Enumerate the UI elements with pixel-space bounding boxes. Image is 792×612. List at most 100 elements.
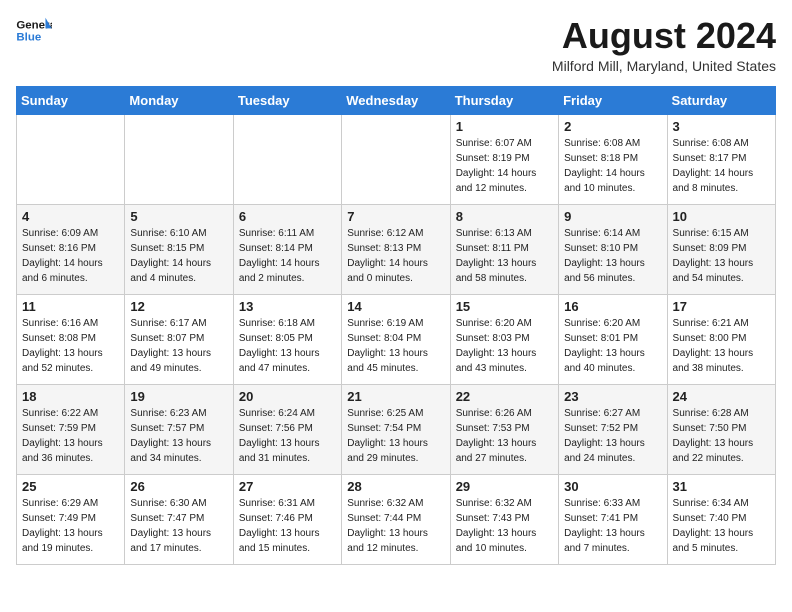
calendar-cell: 17 Sunrise: 6:21 AM Sunset: 8:00 PM Dayli… (667, 294, 775, 384)
header-row: SundayMondayTuesdayWednesdayThursdayFrid… (17, 86, 776, 114)
calendar-cell: 10 Sunrise: 6:15 AM Sunset: 8:09 PM Dayli… (667, 204, 775, 294)
calendar-cell: 11 Sunrise: 6:16 AM Sunset: 8:08 PM Dayli… (17, 294, 125, 384)
day-info: Sunrise: 6:16 AM Sunset: 8:08 PM Dayligh… (22, 316, 119, 376)
day-info: Sunrise: 6:27 AM Sunset: 7:52 PM Dayligh… (564, 406, 661, 466)
day-info: Sunrise: 6:22 AM Sunset: 7:59 PM Dayligh… (22, 406, 119, 466)
day-number: 23 (564, 389, 661, 404)
calendar-cell: 26Sunrise: 6:30 AM Sunset: 7:47 PM Dayli… (125, 474, 233, 564)
day-number: 22 (456, 389, 553, 404)
day-number: 16 (564, 299, 661, 314)
day-number: 8 (456, 209, 553, 224)
day-info: Sunrise: 6:28 AM Sunset: 7:50 PM Dayligh… (673, 406, 770, 466)
logo: General Blue (16, 16, 52, 46)
calendar-cell: 14Sunrise: 6:19 AM Sunset: 8:04 PM Dayli… (342, 294, 450, 384)
calendar-cell: 4 Sunrise: 6:09 AM Sunset: 8:16 PM Daylig… (17, 204, 125, 294)
calendar-cell: 2Sunrise: 6:08 AM Sunset: 8:18 PM Daylig… (559, 114, 667, 204)
calendar-cell: 18 Sunrise: 6:22 AM Sunset: 7:59 PM Dayli… (17, 384, 125, 474)
calendar-cell: 12Sunrise: 6:17 AM Sunset: 8:07 PM Dayli… (125, 294, 233, 384)
header-cell-wednesday: Wednesday (342, 86, 450, 114)
day-number: 10 (673, 209, 770, 224)
header-cell-thursday: Thursday (450, 86, 558, 114)
week-row-4: 25 Sunrise: 6:29 AM Sunset: 7:49 PM Dayli… (17, 474, 776, 564)
day-info: Sunrise: 6:29 AM Sunset: 7:49 PM Dayligh… (22, 496, 119, 556)
calendar-cell: 15 Sunrise: 6:20 AM Sunset: 8:03 PM Dayli… (450, 294, 558, 384)
day-info: Sunrise: 6:10 AM Sunset: 8:15 PM Dayligh… (130, 226, 227, 286)
calendar-cell: 23 Sunrise: 6:27 AM Sunset: 7:52 PM Dayli… (559, 384, 667, 474)
calendar-cell (233, 114, 341, 204)
day-info: Sunrise: 6:26 AM Sunset: 7:53 PM Dayligh… (456, 406, 553, 466)
calendar-cell: 22 Sunrise: 6:26 AM Sunset: 7:53 PM Dayli… (450, 384, 558, 474)
calendar-cell: 28Sunrise: 6:32 AM Sunset: 7:44 PM Dayli… (342, 474, 450, 564)
calendar-cell: 19 Sunrise: 6:23 AM Sunset: 7:57 PM Dayli… (125, 384, 233, 474)
day-info: Sunrise: 6:17 AM Sunset: 8:07 PM Dayligh… (130, 316, 227, 376)
day-info: Sunrise: 6:30 AM Sunset: 7:47 PM Dayligh… (130, 496, 227, 556)
day-info: Sunrise: 6:08 AM Sunset: 8:18 PM Dayligh… (564, 136, 661, 196)
day-info: Sunrise: 6:34 AM Sunset: 7:40 PM Dayligh… (673, 496, 770, 556)
week-row-2: 11 Sunrise: 6:16 AM Sunset: 8:08 PM Dayli… (17, 294, 776, 384)
day-number: 31 (673, 479, 770, 494)
calendar-cell: 9Sunrise: 6:14 AM Sunset: 8:10 PM Daylig… (559, 204, 667, 294)
day-info: Sunrise: 6:33 AM Sunset: 7:41 PM Dayligh… (564, 496, 661, 556)
day-info: Sunrise: 6:24 AM Sunset: 7:56 PM Dayligh… (239, 406, 336, 466)
calendar-header: SundayMondayTuesdayWednesdayThursdayFrid… (17, 86, 776, 114)
week-row-3: 18 Sunrise: 6:22 AM Sunset: 7:59 PM Dayli… (17, 384, 776, 474)
calendar-cell: 6Sunrise: 6:11 AM Sunset: 8:14 PM Daylig… (233, 204, 341, 294)
day-number: 1 (456, 119, 553, 134)
day-info: Sunrise: 6:07 AM Sunset: 8:19 PM Dayligh… (456, 136, 553, 196)
day-info: Sunrise: 6:18 AM Sunset: 8:05 PM Dayligh… (239, 316, 336, 376)
day-number: 25 (22, 479, 119, 494)
calendar-cell (17, 114, 125, 204)
calendar-cell: 1 Sunrise: 6:07 AM Sunset: 8:19 PM Daylig… (450, 114, 558, 204)
day-info: Sunrise: 6:12 AM Sunset: 8:13 PM Dayligh… (347, 226, 444, 286)
day-info: Sunrise: 6:23 AM Sunset: 7:57 PM Dayligh… (130, 406, 227, 466)
calendar-cell: 3Sunrise: 6:08 AM Sunset: 8:17 PM Daylig… (667, 114, 775, 204)
header-cell-saturday: Saturday (667, 86, 775, 114)
day-number: 17 (673, 299, 770, 314)
day-number: 27 (239, 479, 336, 494)
day-number: 5 (130, 209, 227, 224)
calendar-cell: 30Sunrise: 6:33 AM Sunset: 7:41 PM Dayli… (559, 474, 667, 564)
day-number: 6 (239, 209, 336, 224)
day-number: 9 (564, 209, 661, 224)
day-number: 11 (22, 299, 119, 314)
day-info: Sunrise: 6:25 AM Sunset: 7:54 PM Dayligh… (347, 406, 444, 466)
calendar-cell: 20Sunrise: 6:24 AM Sunset: 7:56 PM Dayli… (233, 384, 341, 474)
day-info: Sunrise: 6:32 AM Sunset: 7:43 PM Dayligh… (456, 496, 553, 556)
day-number: 19 (130, 389, 227, 404)
day-number: 18 (22, 389, 119, 404)
calendar-cell: 27Sunrise: 6:31 AM Sunset: 7:46 PM Dayli… (233, 474, 341, 564)
header-cell-friday: Friday (559, 86, 667, 114)
day-number: 21 (347, 389, 444, 404)
title-area: August 2024 Milford Mill, Maryland, Unit… (552, 16, 776, 74)
week-row-1: 4 Sunrise: 6:09 AM Sunset: 8:16 PM Daylig… (17, 204, 776, 294)
location: Milford Mill, Maryland, United States (552, 58, 776, 74)
day-info: Sunrise: 6:21 AM Sunset: 8:00 PM Dayligh… (673, 316, 770, 376)
day-number: 4 (22, 209, 119, 224)
calendar-table: SundayMondayTuesdayWednesdayThursdayFrid… (16, 86, 776, 565)
day-info: Sunrise: 6:20 AM Sunset: 8:03 PM Dayligh… (456, 316, 553, 376)
calendar-cell: 5 Sunrise: 6:10 AM Sunset: 8:15 PM Daylig… (125, 204, 233, 294)
day-number: 28 (347, 479, 444, 494)
calendar-cell (342, 114, 450, 204)
day-info: Sunrise: 6:19 AM Sunset: 8:04 PM Dayligh… (347, 316, 444, 376)
header-cell-monday: Monday (125, 86, 233, 114)
day-info: Sunrise: 6:09 AM Sunset: 8:16 PM Dayligh… (22, 226, 119, 286)
day-number: 3 (673, 119, 770, 134)
day-number: 29 (456, 479, 553, 494)
calendar-body: 1 Sunrise: 6:07 AM Sunset: 8:19 PM Daylig… (17, 114, 776, 564)
day-info: Sunrise: 6:15 AM Sunset: 8:09 PM Dayligh… (673, 226, 770, 286)
calendar-cell: 13 Sunrise: 6:18 AM Sunset: 8:05 PM Dayli… (233, 294, 341, 384)
calendar-cell (125, 114, 233, 204)
calendar-cell: 25 Sunrise: 6:29 AM Sunset: 7:49 PM Dayli… (17, 474, 125, 564)
header-cell-tuesday: Tuesday (233, 86, 341, 114)
calendar-cell: 24Sunrise: 6:28 AM Sunset: 7:50 PM Dayli… (667, 384, 775, 474)
calendar-cell: 8Sunrise: 6:13 AM Sunset: 8:11 PM Daylig… (450, 204, 558, 294)
day-number: 13 (239, 299, 336, 314)
calendar-cell: 21 Sunrise: 6:25 AM Sunset: 7:54 PM Dayli… (342, 384, 450, 474)
month-title: August 2024 (552, 16, 776, 56)
week-row-0: 1 Sunrise: 6:07 AM Sunset: 8:19 PM Daylig… (17, 114, 776, 204)
day-number: 15 (456, 299, 553, 314)
calendar-cell: 31 Sunrise: 6:34 AM Sunset: 7:40 PM Dayli… (667, 474, 775, 564)
day-number: 7 (347, 209, 444, 224)
calendar-cell: 29 Sunrise: 6:32 AM Sunset: 7:43 PM Dayli… (450, 474, 558, 564)
